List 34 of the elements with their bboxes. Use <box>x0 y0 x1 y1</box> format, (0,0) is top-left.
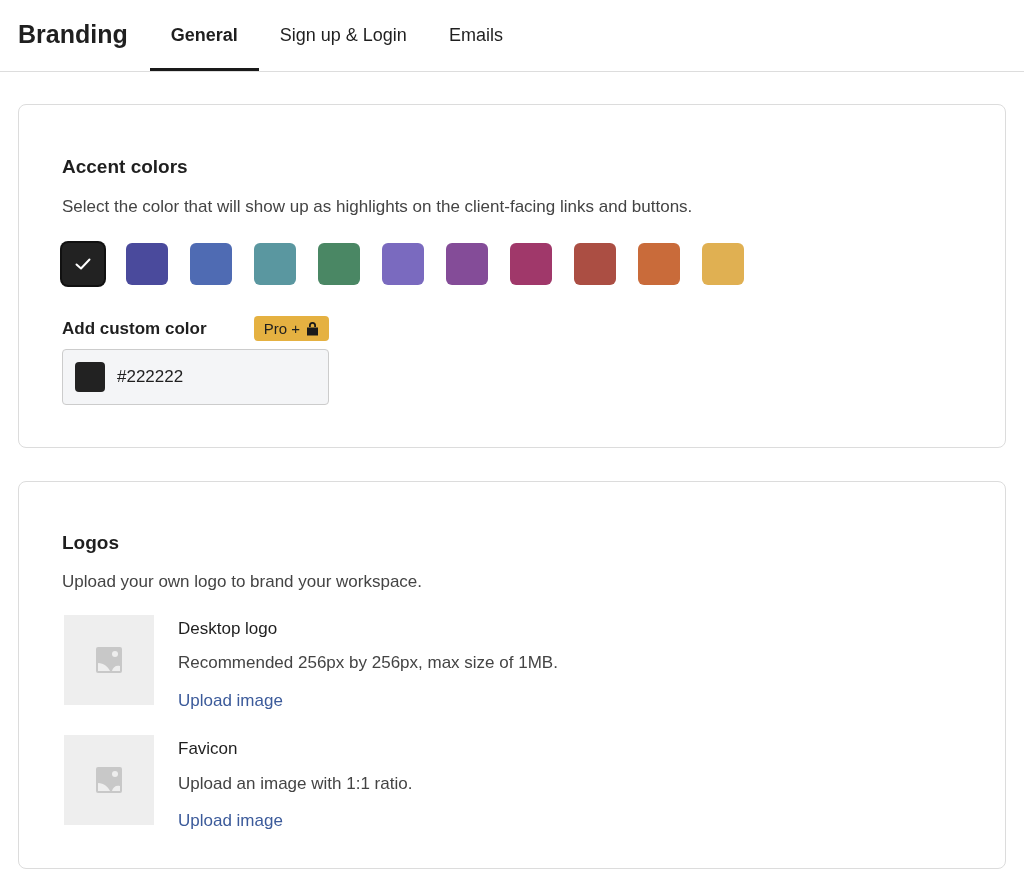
section-description: Select the color that will show up as highlights on the client-facing links and buttons. <box>62 195 694 218</box>
upload-image-link[interactable]: Upload image <box>178 687 558 713</box>
logo-name: Desktop logo <box>178 617 279 640</box>
upload-image-link[interactable]: Upload image <box>178 808 413 834</box>
color-swatch[interactable] <box>446 243 488 285</box>
color-swatch[interactable] <box>638 243 680 285</box>
badge-label: Pro + <box>263 318 300 339</box>
logo-description: Upload an image with 1:1 ratio. <box>178 772 413 795</box>
color-swatch[interactable] <box>62 243 104 285</box>
color-input[interactable]: #222222 <box>62 348 329 405</box>
tab[interactable]: Sign up & Login <box>258 0 428 71</box>
color-swatch[interactable] <box>574 243 616 285</box>
color-swatch[interactable] <box>510 243 552 285</box>
color-swatch[interactable] <box>702 243 744 285</box>
image-icon <box>96 646 122 673</box>
tab[interactable]: General <box>149 0 259 71</box>
color-swatch[interactable] <box>382 243 424 285</box>
logo-description: Recommended 256px by 256px, max size of 1MB. <box>178 652 558 674</box>
color-swatch[interactable] <box>254 243 296 285</box>
page-title: Branding <box>18 18 128 50</box>
color-swatch[interactable] <box>126 243 168 285</box>
color-preview-icon <box>75 361 105 392</box>
check-icon <box>75 258 91 270</box>
section-title: Logos <box>62 530 120 555</box>
custom-color-label: Add custom color <box>62 318 207 340</box>
tab[interactable]: Emails <box>427 0 524 71</box>
image-icon <box>96 767 122 793</box>
color-swatch[interactable] <box>190 243 232 285</box>
section-description: Upload your own logo to brand your workspace. <box>62 571 424 593</box>
lock-icon <box>306 321 319 337</box>
color-swatch[interactable] <box>318 243 360 285</box>
logo-name: Favicon <box>178 738 239 760</box>
color-value: #222222 <box>117 365 184 388</box>
section-title: Accent colors <box>62 155 189 179</box>
